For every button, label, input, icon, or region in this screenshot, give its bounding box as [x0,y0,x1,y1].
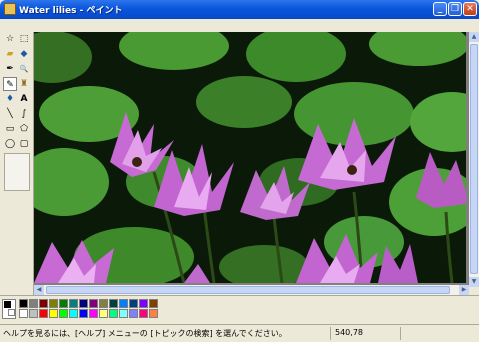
color-swatch[interactable] [69,299,78,308]
minimize-button[interactable]: _ [433,2,447,16]
color-swatch[interactable] [89,309,98,318]
color-swatch[interactable] [59,299,68,308]
color-swatch[interactable] [129,299,138,308]
current-colors[interactable] [2,299,16,319]
color-swatch[interactable] [39,309,48,318]
status-coordinates: 540,78 [335,328,363,337]
text-tool[interactable]: A [17,92,31,106]
color-palette [0,295,479,325]
curve-tool[interactable]: ∫ [17,107,31,121]
airbrush-icon: ♦ [5,94,15,104]
rounded-rect-icon: ▢ [19,139,29,149]
color-swatch[interactable] [99,309,108,318]
status-bar: ヘルプを見るには、[ヘルプ] メニューの [トピックの検索] を選んでください。… [0,324,479,342]
eraser-tool[interactable]: ▰ [3,47,17,61]
scroll-up-icon[interactable]: ▲ [469,32,479,42]
color-picker-icon: ✒ [6,64,14,74]
pencil-icon: ✎ [6,80,14,90]
color-swatch[interactable] [39,299,48,308]
window-title: Water lilies - ペイント [19,6,123,16]
airbrush-tool[interactable]: ♦ [3,92,17,106]
color-swatch[interactable] [19,309,28,318]
magnifier-icon: 🔍 [19,65,29,73]
scroll-down-icon[interactable]: ▼ [469,277,479,287]
rect-select-tool[interactable]: ⬚ [17,32,31,46]
ellipse-icon: ◯ [4,139,16,149]
free-form-select-icon: ☆ [5,34,15,44]
polygon-tool[interactable]: ⬠ [17,122,31,136]
status-divider [400,327,401,340]
color-swatch[interactable] [29,299,38,308]
toolbox: ☆ ⬚ ▰ ◆ ✒ 🔍 ✎ ♜ ♦ A ╲ ∫ ▭ ⬠ ◯ ▢ [0,32,34,295]
water-lilies-image[interactable] [34,32,466,283]
line-tool[interactable]: ╲ [3,107,17,121]
free-form-select-tool[interactable]: ☆ [3,32,17,46]
vertical-scroll-thumb[interactable] [470,44,478,274]
ellipse-tool[interactable]: ◯ [3,137,17,151]
color-swatch[interactable] [79,309,88,318]
rectangle-icon: ▭ [5,124,15,134]
color-swatch[interactable] [89,299,98,308]
rect-select-icon: ⬚ [19,34,29,44]
pencil-tool[interactable]: ✎ [3,77,17,91]
color-swatch[interactable] [109,299,118,308]
close-button[interactable]: ✕ [463,2,477,16]
color-swatch[interactable] [49,299,58,308]
color-swatch[interactable] [49,309,58,318]
title-bar: Water lilies - ペイント _ ❐ ✕ [0,0,479,19]
tool-options-box[interactable] [4,153,30,191]
color-swatch[interactable] [119,299,128,308]
rounded-rect-tool[interactable]: ▢ [17,137,31,151]
color-swatch[interactable] [149,309,158,318]
scroll-left-icon[interactable]: ◀ [34,285,44,295]
maximize-button[interactable]: ❐ [448,2,462,16]
color-swatch[interactable] [59,309,68,318]
menu-bar [0,19,479,32]
text-icon: A [20,94,28,104]
fill-bucket-icon: ◆ [20,49,28,59]
horizontal-scroll-thumb[interactable] [46,286,450,294]
color-swatch[interactable] [109,309,118,318]
brush-icon: ♜ [19,79,29,89]
foreground-color [4,301,11,308]
color-swatch[interactable] [119,309,128,318]
curve-icon: ∫ [21,109,27,119]
color-swatch[interactable] [99,299,108,308]
status-help-text: ヘルプを見るには、[ヘルプ] メニューの [トピックの検索] を選んでください。 [3,329,287,338]
scroll-right-icon[interactable]: ▶ [459,285,469,295]
polygon-icon: ⬠ [20,124,28,134]
color-swatch[interactable] [149,299,158,308]
color-swatch[interactable] [129,309,138,318]
line-icon: ╲ [7,109,13,119]
brush-tool[interactable]: ♜ [17,77,31,91]
color-swatch[interactable] [29,309,38,318]
fill-bucket-tool[interactable]: ◆ [17,47,31,61]
paint-app-icon[interactable] [4,3,16,15]
status-divider [330,327,331,340]
canvas-area [34,32,469,295]
background-color [8,309,15,316]
vertical-scrollbar[interactable]: ▲ ▼ [469,32,479,287]
color-swatch[interactable] [79,299,88,308]
eraser-icon: ▰ [6,49,14,59]
water-lilies-picture [34,32,466,283]
color-swatch[interactable] [69,309,78,318]
color-swatch[interactable] [139,309,148,318]
color-swatch[interactable] [19,299,28,308]
magnifier-tool[interactable]: 🔍 [17,62,31,76]
color-picker-tool[interactable]: ✒ [3,62,17,76]
color-swatch[interactable] [139,299,148,308]
horizontal-scrollbar[interactable]: ◀ ▶ [34,285,469,295]
rectangle-tool[interactable]: ▭ [3,122,17,136]
